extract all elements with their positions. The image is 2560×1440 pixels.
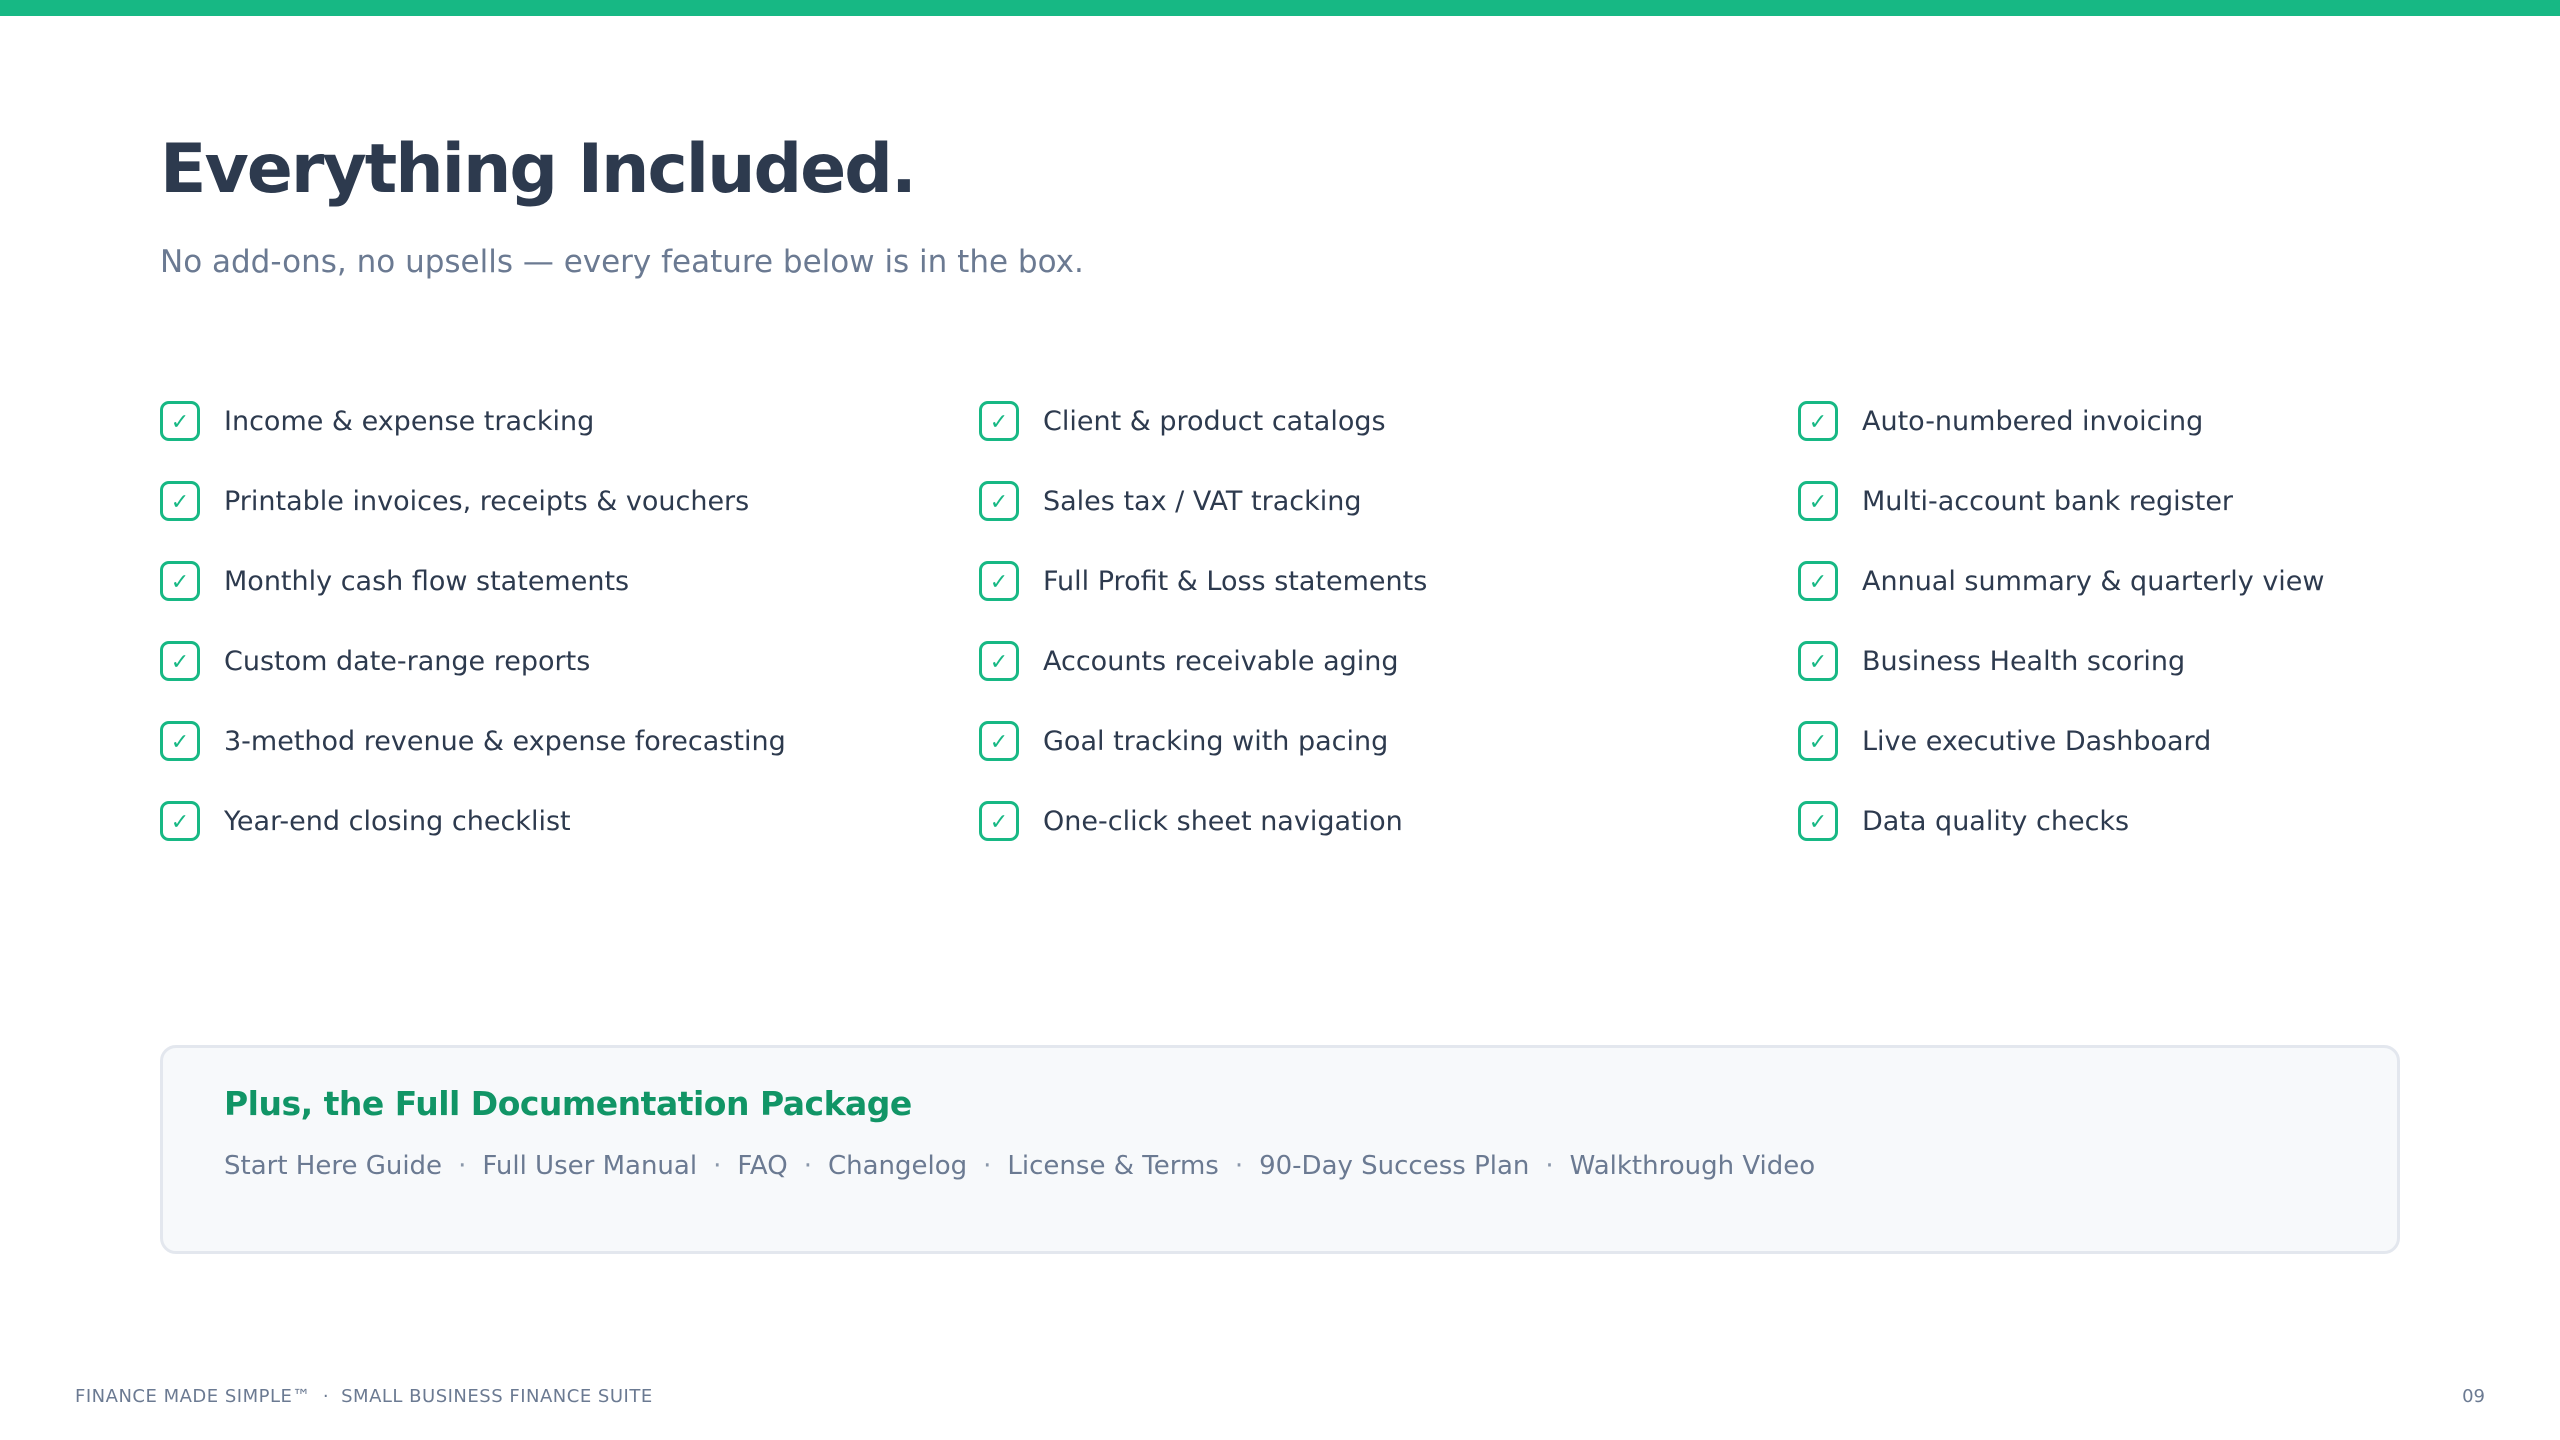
check-icon: ✓ — [1798, 401, 1838, 441]
footer-separator: · — [322, 1386, 330, 1407]
check-icon: ✓ — [160, 721, 200, 761]
feature-item: ✓ Monthly cash flow statements — [160, 557, 979, 605]
feature-label: Auto-numbered invoicing — [1862, 405, 2204, 437]
feature-grid: ✓ Income & expense tracking ✓ Client & pro… — [160, 397, 2400, 877]
accent-top-bar — [0, 0, 2560, 16]
feature-item: ✓ Annual summary & quarterly view — [1798, 557, 2400, 605]
doc-item: FAQ — [737, 1151, 788, 1181]
feature-label: Client & product catalogs — [1043, 405, 1386, 437]
feature-label: Income & expense tracking — [224, 405, 595, 437]
feature-label: Multi-account bank register — [1862, 485, 2234, 517]
separator-dot: · — [983, 1151, 992, 1181]
doc-item: Start Here Guide — [224, 1151, 443, 1181]
feature-label: Data quality checks — [1862, 805, 2130, 837]
footer: FINANCE MADE SIMPLE™ · SMALL BUSINESS FI… — [75, 1386, 653, 1407]
feature-item: ✓ Multi-account bank register — [1798, 477, 2400, 525]
check-icon: ✓ — [1798, 721, 1838, 761]
page-title: Everything Included. — [160, 130, 917, 209]
check-icon: ✓ — [1798, 801, 1838, 841]
slide: Everything Included. No add-ons, no upse… — [0, 0, 2560, 1440]
separator-dot: · — [803, 1151, 812, 1181]
check-icon: ✓ — [160, 561, 200, 601]
feature-item: ✓ Custom date-range reports — [160, 637, 979, 685]
feature-label: Custom date-range reports — [224, 645, 591, 677]
check-icon: ✓ — [979, 481, 1019, 521]
feature-item: ✓ Income & expense tracking — [160, 397, 979, 445]
feature-item: ✓ Auto-numbered invoicing — [1798, 397, 2400, 445]
documentation-panel: Plus, the Full Documentation Package Sta… — [160, 1045, 2400, 1254]
feature-label: Full Profit & Loss statements — [1043, 565, 1428, 597]
feature-label: Printable invoices, receipts & vouchers — [224, 485, 750, 517]
check-icon: ✓ — [160, 801, 200, 841]
check-icon: ✓ — [979, 721, 1019, 761]
feature-item: ✓ One-click sheet navigation — [979, 797, 1798, 845]
feature-label: 3-method revenue & expense forecasting — [224, 725, 786, 757]
footer-product: SMALL BUSINESS FINANCE SUITE — [341, 1386, 653, 1407]
page-number: 09 — [2462, 1386, 2485, 1407]
check-icon: ✓ — [979, 801, 1019, 841]
separator-dot: · — [713, 1151, 722, 1181]
feature-label: Sales tax / VAT tracking — [1043, 485, 1362, 517]
feature-item: ✓ Client & product catalogs — [979, 397, 1798, 445]
check-icon: ✓ — [160, 481, 200, 521]
doc-item: Walkthrough Video — [1569, 1151, 1816, 1181]
feature-item: ✓ Sales tax / VAT tracking — [979, 477, 1798, 525]
check-icon: ✓ — [979, 561, 1019, 601]
feature-item: ✓ Accounts receivable aging — [979, 637, 1798, 685]
feature-label: Accounts receivable aging — [1043, 645, 1399, 677]
doc-item: Changelog — [827, 1151, 968, 1181]
check-icon: ✓ — [1798, 641, 1838, 681]
separator-dot: · — [458, 1151, 467, 1181]
feature-label: One-click sheet navigation — [1043, 805, 1403, 837]
page-subtitle: No add-ons, no upsells — every feature b… — [160, 244, 1084, 280]
check-icon: ✓ — [1798, 561, 1838, 601]
feature-item: ✓ Live executive Dashboard — [1798, 717, 2400, 765]
feature-label: Business Health scoring — [1862, 645, 2186, 677]
separator-dot: · — [1234, 1151, 1244, 1181]
feature-label: Monthly cash flow statements — [224, 565, 630, 597]
footer-brand: FINANCE MADE SIMPLE™ — [75, 1386, 311, 1407]
feature-item: ✓ Business Health scoring — [1798, 637, 2400, 685]
feature-label: Year-end closing checklist — [224, 805, 571, 837]
check-icon: ✓ — [979, 641, 1019, 681]
feature-item: ✓ Full Profit & Loss statements — [979, 557, 1798, 605]
doc-item: Full User Manual — [482, 1151, 698, 1181]
feature-item: ✓ Printable invoices, receipts & vouchers — [160, 477, 979, 525]
feature-item: ✓ Goal tracking with pacing — [979, 717, 1798, 765]
check-icon: ✓ — [160, 641, 200, 681]
separator-dot: · — [1545, 1151, 1554, 1181]
check-icon: ✓ — [979, 401, 1019, 441]
feature-label: Goal tracking with pacing — [1043, 725, 1389, 757]
documentation-list: Start Here Guide · Full User Manual · FA… — [224, 1151, 1815, 1181]
check-icon: ✓ — [160, 401, 200, 441]
feature-item: ✓ Year-end closing checklist — [160, 797, 979, 845]
documentation-title: Plus, the Full Documentation Package — [224, 1084, 912, 1123]
check-icon: ✓ — [1798, 481, 1838, 521]
doc-item: License & Terms — [1007, 1151, 1219, 1181]
feature-item: ✓ Data quality checks — [1798, 797, 2400, 845]
feature-label: Live executive Dashboard — [1862, 725, 2212, 757]
doc-item: 90-Day Success Plan — [1259, 1151, 1530, 1181]
feature-label: Annual summary & quarterly view — [1862, 565, 2325, 597]
feature-item: ✓ 3-method revenue & expense forecasting — [160, 717, 979, 765]
